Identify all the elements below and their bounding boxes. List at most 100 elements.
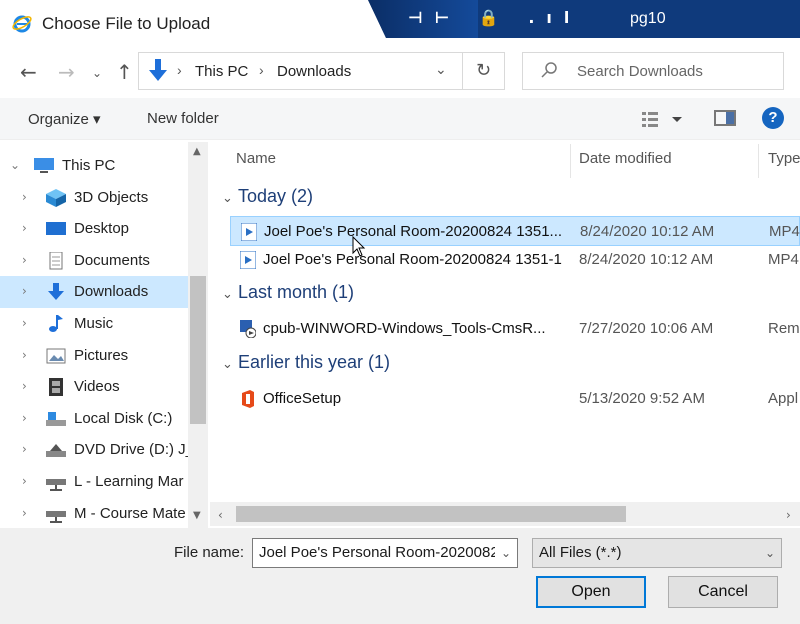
nav-item-label: Music xyxy=(74,315,114,332)
chevron-right-icon[interactable]: › xyxy=(22,411,27,425)
breadcrumb-separator: › xyxy=(259,62,264,78)
chevron-down-icon[interactable]: ⌄ xyxy=(222,287,238,302)
chevron-right-icon[interactable]: › xyxy=(22,284,27,298)
forward-arrow-icon[interactable]: → xyxy=(58,60,75,84)
column-divider[interactable] xyxy=(758,144,759,178)
file-date-modified: 8/24/2020 10:12 AM xyxy=(580,223,715,240)
nav-item-desktop[interactable]: › Desktop xyxy=(0,213,188,245)
search-box[interactable]: Search Downloads xyxy=(522,52,784,90)
video-file-icon xyxy=(240,222,258,242)
group-title: Today (2) xyxy=(238,186,314,206)
breadcrumb-separator: › xyxy=(177,62,182,78)
nav-item-videos[interactable]: › Videos xyxy=(0,371,188,403)
nav-item-label: Pictures xyxy=(74,346,129,364)
nav-item-label: L - Learning Mar xyxy=(74,473,184,490)
recent-locations-chevron-icon[interactable]: ⌄ xyxy=(92,66,102,80)
file-type-filter-value: All Files (*.*) xyxy=(539,544,622,561)
nav-item-dvd-drive-d-j[interactable]: › DVD Drive (D:) J_ xyxy=(0,434,194,466)
group-title: Last month (1) xyxy=(238,282,355,302)
nav-item-m-course-mate[interactable]: › M - Course Mate xyxy=(0,498,188,528)
chevron-right-icon[interactable]: › xyxy=(22,316,27,330)
nav-item-label: Videos xyxy=(74,378,120,396)
nav-item-local-disk-c[interactable]: › Local Disk (C:) xyxy=(0,403,188,435)
chevron-right-icon[interactable]: › xyxy=(22,474,27,488)
scroll-right-arrow-icon[interactable]: › xyxy=(786,508,791,522)
chevron-down-icon[interactable]: ⌄ xyxy=(10,158,20,172)
up-arrow-icon[interactable]: ↑ xyxy=(116,60,133,84)
view-options-icon[interactable] xyxy=(642,110,682,128)
group-header[interactable]: ⌄ Last month (1) xyxy=(222,282,354,310)
music-icon xyxy=(46,315,66,333)
documents-icon xyxy=(46,251,66,270)
preview-pane-icon[interactable] xyxy=(714,110,736,126)
chevron-down-icon[interactable]: ⌄ xyxy=(222,357,238,372)
file-row[interactable]: OfficeSetup 5/13/2020 9:52 AM Appl xyxy=(230,384,800,414)
back-arrow-icon[interactable]: ← xyxy=(20,60,37,84)
nav-item-label: Local Disk (C:) xyxy=(74,409,173,427)
group-header[interactable]: ⌄ Today (2) xyxy=(222,186,313,214)
breadcrumb-this-pc[interactable]: This PC xyxy=(195,63,248,80)
chevron-right-icon[interactable]: › xyxy=(22,506,27,520)
new-folder-button[interactable]: New folder xyxy=(147,110,219,127)
nav-item-label: Downloads xyxy=(74,283,149,301)
search-placeholder: Search Downloads xyxy=(577,63,703,80)
address-bar[interactable]: › This PC › Downloads ⌄ xyxy=(138,52,463,90)
nav-item-l-learning-mar[interactable]: › L - Learning Mar xyxy=(0,466,188,498)
file-date-modified: 8/24/2020 10:12 AM xyxy=(579,251,714,268)
chevron-right-icon[interactable]: › xyxy=(22,253,27,267)
column-header-type[interactable]: Type xyxy=(768,150,800,167)
nav-item-pictures[interactable]: › Pictures xyxy=(0,340,188,372)
column-header-name[interactable]: Name xyxy=(236,150,276,167)
nav-item-3d-objects[interactable]: › 3D Objects xyxy=(0,182,188,214)
nav-item-label: DVD Drive (D:) J_ xyxy=(74,441,195,459)
file-name-label: File name: xyxy=(174,544,245,561)
network-drive-icon xyxy=(46,505,66,523)
chevron-right-icon[interactable]: › xyxy=(22,379,27,393)
remote-host-name: pg10 xyxy=(630,10,666,27)
chevron-down-icon[interactable]: ⌄ xyxy=(222,191,238,206)
address-dropdown-icon[interactable]: ⌄ xyxy=(435,61,447,78)
nav-item-music[interactable]: › Music xyxy=(0,308,188,340)
nav-item-label: This PC xyxy=(62,157,116,174)
nav-item-label: 3D Objects xyxy=(74,188,149,206)
group-header[interactable]: ⌄ Earlier this year (1) xyxy=(222,352,390,380)
horizontal-scrollbar-thumb[interactable] xyxy=(236,506,626,522)
file-name: Joel Poe's Personal Room-20200824 1351..… xyxy=(264,223,563,240)
breadcrumb-downloads[interactable]: Downloads xyxy=(277,63,351,80)
downloads-folder-icon xyxy=(149,59,167,81)
nav-item-downloads[interactable]: › Downloads xyxy=(0,276,188,309)
nav-item-this-pc[interactable]: ⌄ This PC xyxy=(0,150,188,182)
remote-bar-icons[interactable]: ⊣⊢ 🔒 .ıl xyxy=(408,8,581,27)
chevron-right-icon[interactable]: › xyxy=(22,221,27,235)
chevron-down-icon[interactable]: ⌄ xyxy=(501,546,511,560)
chevron-down-icon[interactable]: ⌄ xyxy=(765,546,775,560)
chevron-right-icon[interactable]: › xyxy=(22,190,27,204)
scroll-up-arrow-icon[interactable]: ▲ xyxy=(193,146,201,157)
column-divider[interactable] xyxy=(570,144,571,178)
file-name: OfficeSetup xyxy=(263,390,342,407)
help-icon[interactable]: ? xyxy=(762,107,784,129)
column-header-date-modified[interactable]: Date modified xyxy=(579,150,672,167)
open-button[interactable]: Open xyxy=(536,576,646,608)
chevron-right-icon[interactable]: › xyxy=(22,442,27,456)
file-name-value[interactable]: Joel Poe's Personal Room-2020082 xyxy=(259,544,495,561)
pictures-icon xyxy=(46,347,66,365)
navigation-scrollbar-thumb[interactable] xyxy=(190,276,206,424)
scroll-left-arrow-icon[interactable]: ‹ xyxy=(218,508,223,522)
file-row[interactable]: cpub-WINWORD-Windows_Tools-CmsR... 7/27/2… xyxy=(230,314,800,344)
scroll-down-arrow-icon[interactable]: ▼ xyxy=(193,510,201,521)
dvd-icon xyxy=(46,441,66,459)
chevron-right-icon[interactable]: › xyxy=(22,348,27,362)
nav-item-documents[interactable]: › Documents xyxy=(0,245,188,277)
file-row[interactable]: Joel Poe's Personal Room-20200824 1351-1… xyxy=(230,245,800,275)
file-name-input[interactable]: Joel Poe's Personal Room-2020082 ⌄ xyxy=(252,538,518,568)
cancel-button[interactable]: Cancel xyxy=(668,576,778,608)
file-type: Appl xyxy=(768,390,799,407)
organize-button[interactable]: Organize ▾ xyxy=(28,110,101,128)
file-name: cpub-WINWORD-Windows_Tools-CmsR... xyxy=(263,320,546,337)
file-row[interactable]: Joel Poe's Personal Room-20200824 1351..… xyxy=(230,216,800,246)
file-type-filter[interactable]: All Files (*.*) ⌄ xyxy=(532,538,782,568)
refresh-button[interactable]: ↻ xyxy=(463,52,505,90)
group-title: Earlier this year (1) xyxy=(238,352,391,372)
file-name: Joel Poe's Personal Room-20200824 1351-1 xyxy=(263,251,562,268)
